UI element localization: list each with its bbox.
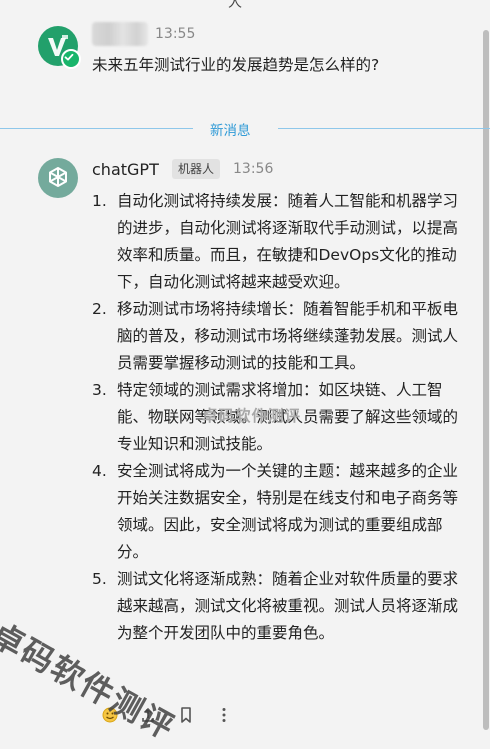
check-badge-icon	[61, 49, 81, 69]
list-item-number: 2.	[92, 300, 107, 318]
redacted-username	[92, 22, 148, 46]
new-messages-divider-label: 新消息	[210, 123, 251, 139]
list-item: 1. 自动化测试将持续发展：随着人工智能和机器学习的进步，自动化测试将逐渐取代手动…	[92, 188, 472, 296]
list-item-text: 测试文化将逐渐成熟：随着企业对软件质量的要求越来越高，测试文化将被重视。测试人员…	[117, 570, 459, 642]
openai-logo-icon	[49, 167, 67, 187]
bot-avatar[interactable]	[38, 158, 78, 198]
user-message-text: 未来五年测试行业的发展趋势是怎么样的?	[92, 56, 380, 74]
list-item: 5. 测试文化将逐渐成熟：随着企业对软件质量的要求越来越高，测试文化将被重视。测试…	[92, 566, 472, 647]
list-item-number: 4.	[92, 462, 107, 480]
more-icon[interactable]	[214, 705, 234, 725]
list-item-number: 3.	[92, 381, 107, 399]
list-item-number: 5.	[92, 570, 107, 588]
watermark-text: 卓码软件测评	[202, 407, 302, 425]
user-avatar[interactable]	[38, 26, 81, 69]
scrollbar-track[interactable]	[482, 0, 490, 740]
scrollbar-thumb[interactable]	[483, 30, 489, 730]
list-item-number: 1.	[92, 192, 107, 210]
list-item: 2. 移动测试市场将持续增长：随着智能手机和平板电脑的普及，移动测试市场将继续蓬勃…	[92, 296, 472, 377]
message-timestamp: 13:56	[233, 161, 274, 177]
list-item-text: 安全测试将成为一个关键的主题：越来越多的企业开始关注数据安全，特别是在线支付和电…	[117, 462, 459, 561]
list-item-text: 自动化测试将持续发展：随着人工智能和机器学习的进步，自动化测试将逐渐取代手动测试…	[117, 192, 459, 291]
message-timestamp: 13:55	[155, 26, 196, 42]
previous-content-fragment: 人	[228, 0, 242, 11]
list-item-text: 移动测试市场将持续增长：随着智能手机和平板电脑的普及，移动测试市场将继续蓬勃发展…	[117, 300, 459, 372]
divider-line-left	[0, 128, 193, 129]
bot-badge: 机器人	[172, 159, 221, 179]
list-item: 4. 安全测试将成为一个关键的主题：越来越多的企业开始关注数据安全，特别是在线支付…	[92, 458, 472, 566]
divider-line-right	[278, 128, 490, 129]
bot-name[interactable]: chatGPT	[92, 160, 159, 179]
